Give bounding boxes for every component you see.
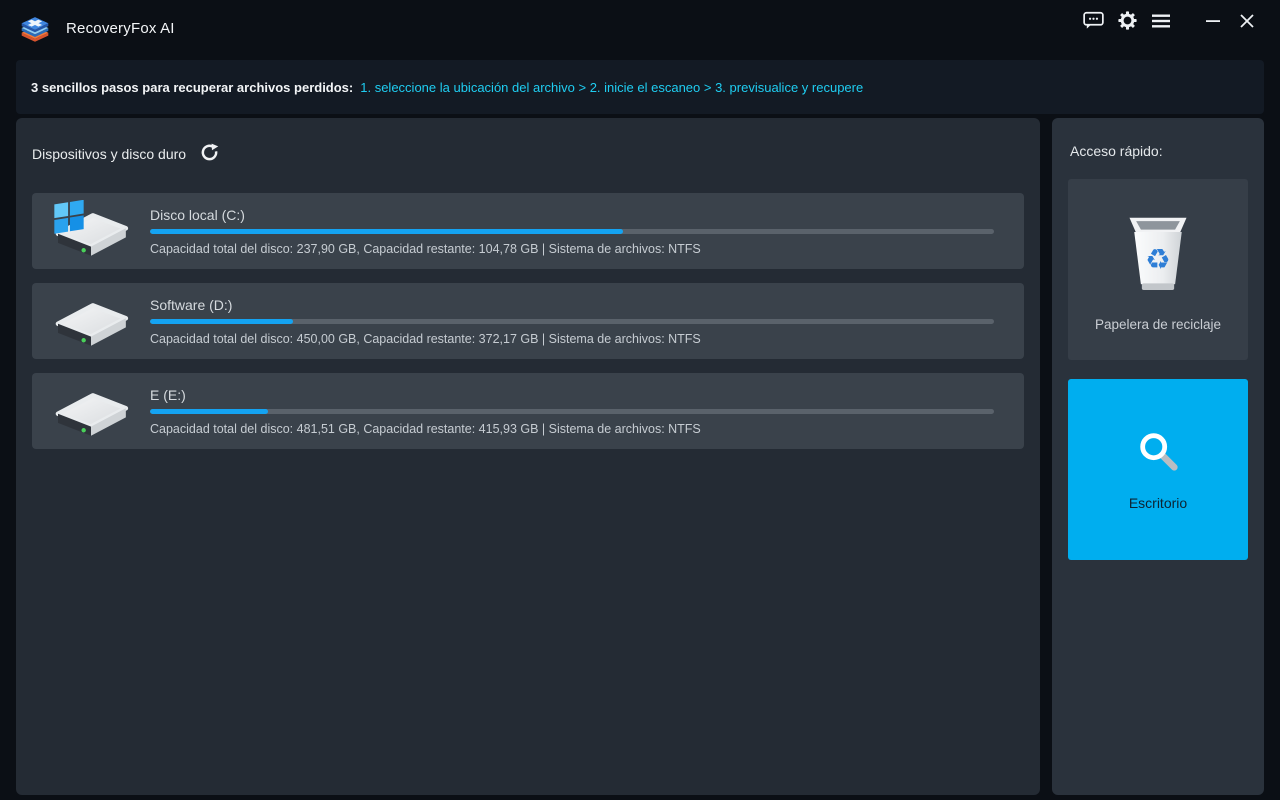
drive-progress-fill [150,229,623,234]
menu-button[interactable] [1144,7,1178,37]
drive-progress-track [150,229,994,234]
drive-details: Disco local (C:) Capacidad total del dis… [150,207,1024,256]
drive-card[interactable]: Software (D:) Capacidad total del disco:… [32,283,1024,359]
titlebar: RecoveryFox AI [0,0,1280,56]
drive-details: E (E:) Capacidad total del disco: 481,51… [150,387,1024,436]
chat-icon [1083,11,1104,33]
quick-access-desktop[interactable]: Escritorio [1068,379,1248,560]
close-button[interactable] [1230,7,1264,37]
drive-progress-track [150,319,994,324]
minimize-icon [1205,13,1221,32]
quick-access-label: Escritorio [1129,495,1187,511]
drive-name: Disco local (C:) [150,207,994,223]
drive-progress-track [150,409,994,414]
close-icon [1239,13,1255,32]
recoveryfox-logo-icon [16,9,54,47]
refresh-icon [200,143,219,165]
devices-panel-header: Dispositivos y disco duro [16,118,1040,165]
quick-access-title: Acceso rápido: [1052,118,1264,159]
settings-button[interactable] [1110,7,1144,37]
chat-button[interactable] [1076,7,1110,37]
drive-capacity-info: Capacidad total del disco: 237,90 GB, Ca… [150,242,994,256]
steps-text: 1. seleccione la ubicación del archivo >… [360,80,863,95]
app-window: RecoveryFox AI [0,0,1280,800]
drive-capacity-info: Capacidad total del disco: 481,51 GB, Ca… [150,422,994,436]
devices-section-title: Dispositivos y disco duro [32,146,186,162]
app-title: RecoveryFox AI [66,20,175,37]
drive-card[interactable]: Disco local (C:) Capacidad total del dis… [32,193,1024,269]
drive-name: Software (D:) [150,297,994,313]
drive-progress-fill [150,319,293,324]
hard-drive-icon [32,380,150,442]
drive-capacity-info: Capacidad total del disco: 450,00 GB, Ca… [150,332,994,346]
drive-list: Disco local (C:) Capacidad total del dis… [32,193,1024,449]
settings-gear-icon [1118,11,1137,33]
drive-details: Software (D:) Capacidad total del disco:… [150,297,1024,346]
devices-panel: Dispositivos y disco duro [16,118,1040,795]
svg-text:♻: ♻ [1145,243,1171,276]
recycle-bin-icon: ♻ [1120,208,1196,301]
windows-drive-icon [32,200,150,262]
steps-bar: 3 sencillos pasos para recuperar archivo… [16,60,1264,114]
minimize-button[interactable] [1196,7,1230,37]
refresh-button[interactable] [198,143,220,165]
drive-card[interactable]: E (E:) Capacidad total del disco: 481,51… [32,373,1024,449]
drive-progress-fill [150,409,268,414]
steps-prefix: 3 sencillos pasos para recuperar archivo… [31,80,353,95]
menu-icon [1151,13,1171,32]
quick-access-recycle-bin[interactable]: ♻ Papelera de reciclaje [1068,179,1248,360]
hard-drive-icon [32,290,150,352]
drive-name: E (E:) [150,387,994,403]
search-icon [1135,428,1181,479]
quick-access-panel: Acceso rápido: ♻ [1052,118,1264,795]
titlebar-actions [1076,7,1264,37]
quick-access-label: Papelera de reciclaje [1095,317,1221,332]
